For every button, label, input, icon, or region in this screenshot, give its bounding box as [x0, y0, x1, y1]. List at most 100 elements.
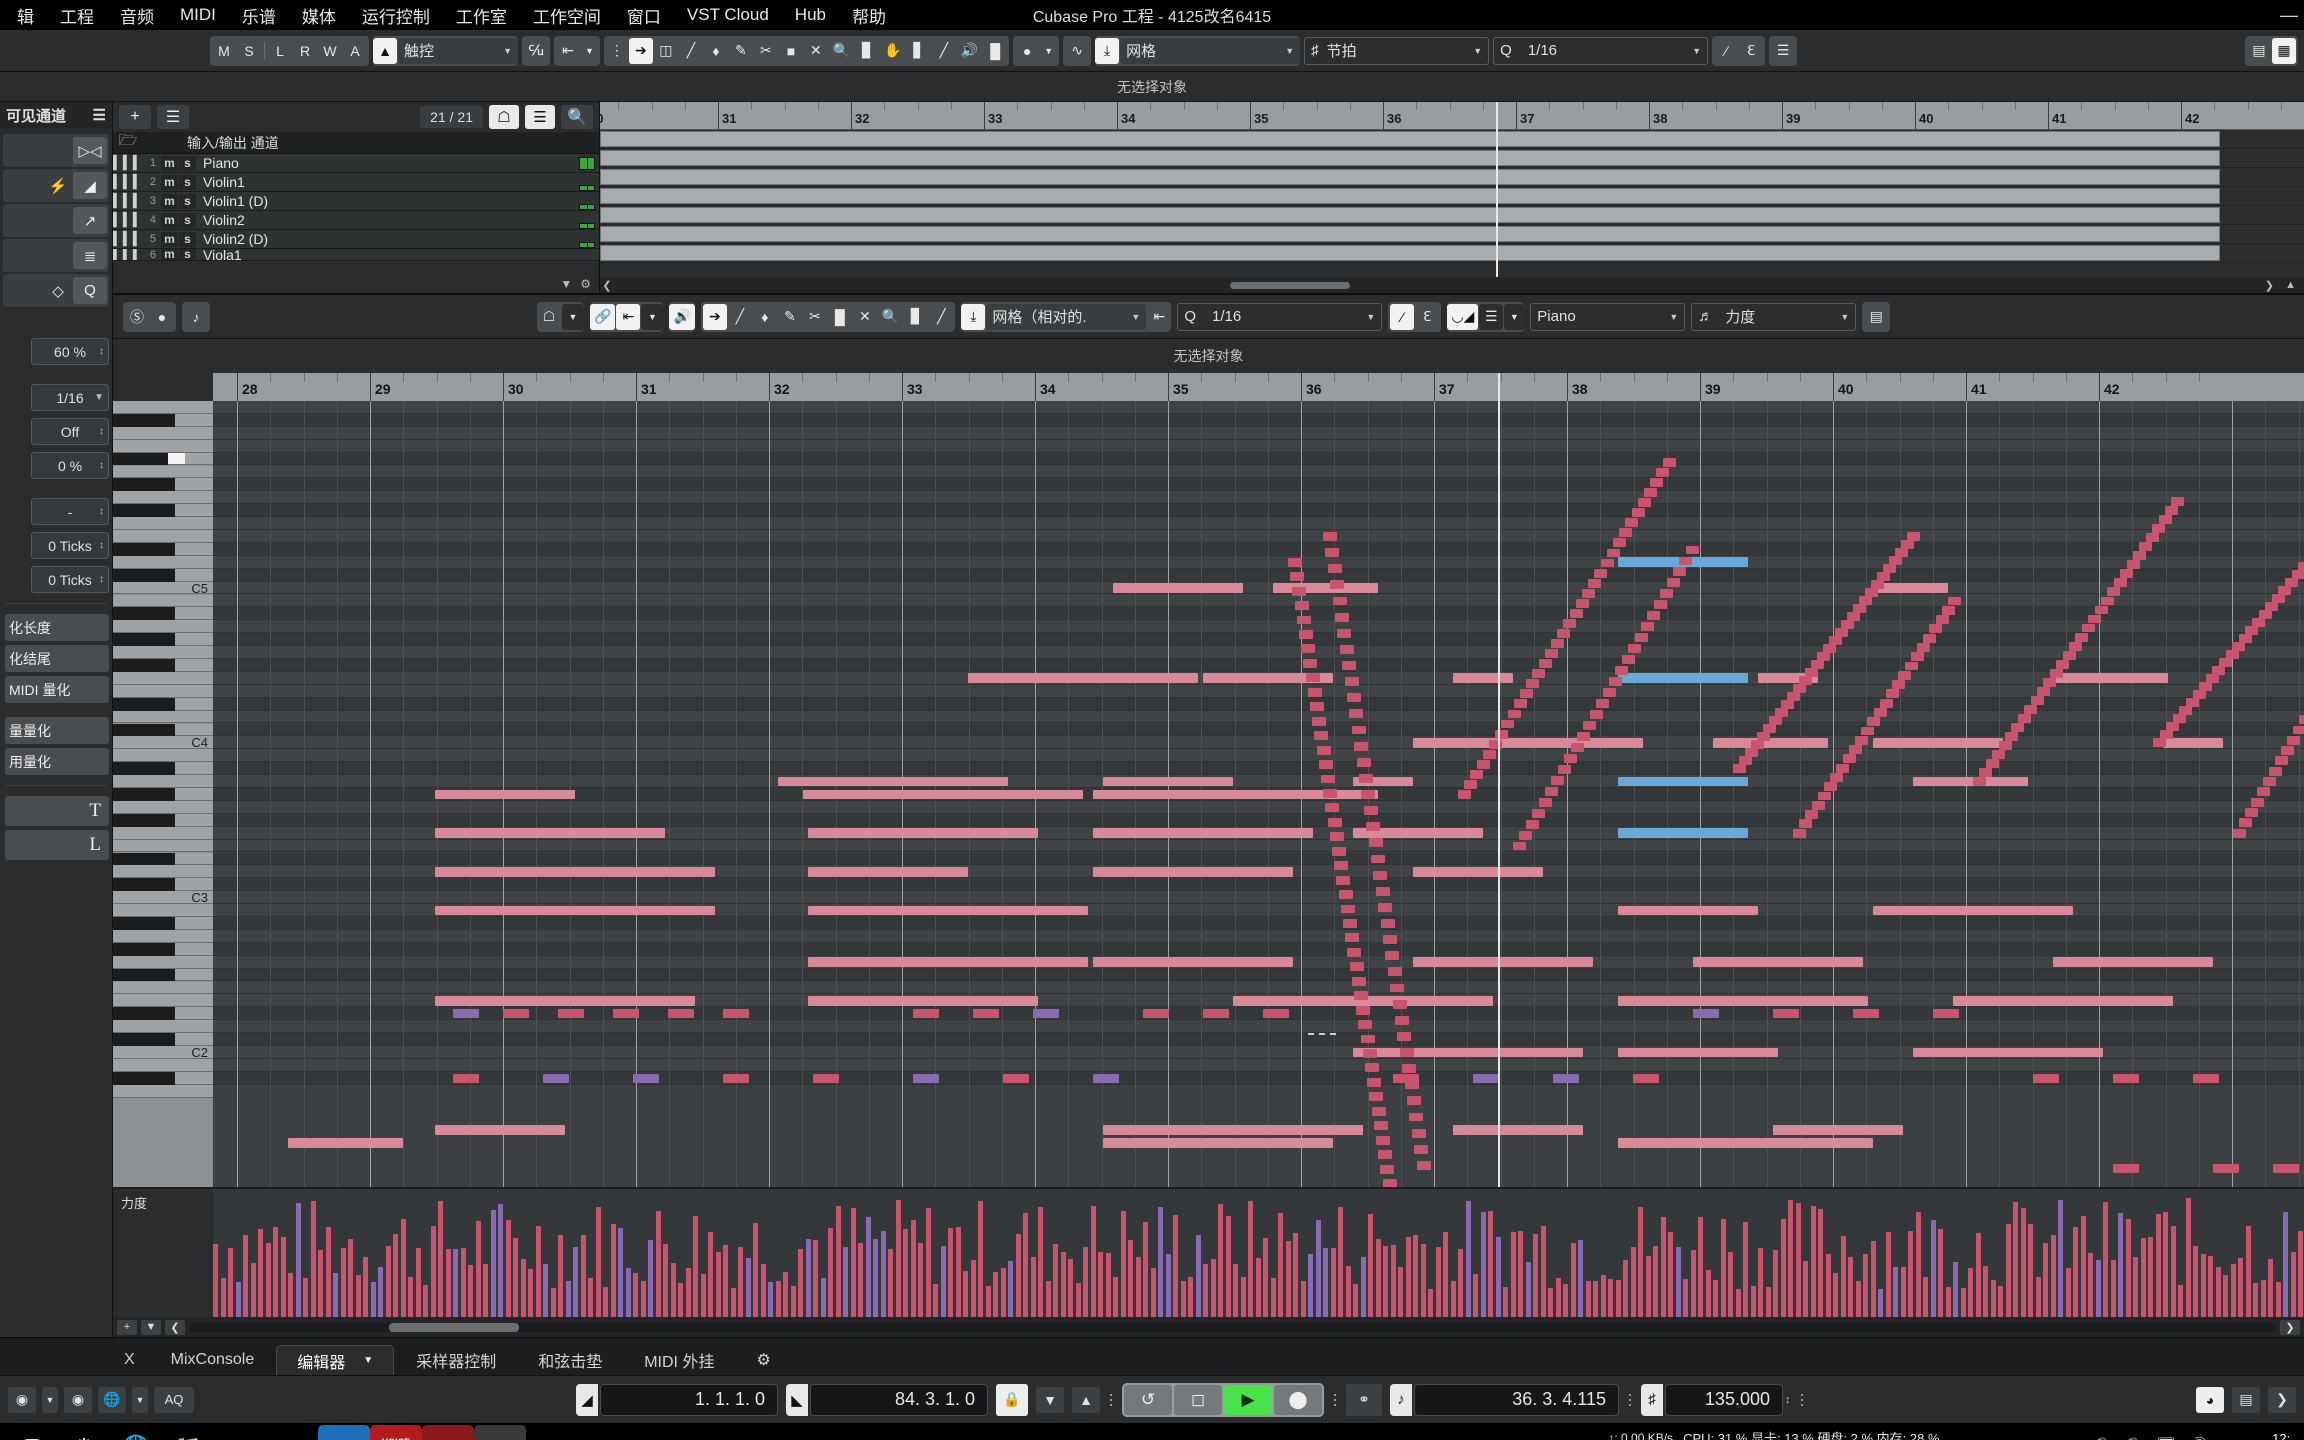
velocity-bar[interactable] [626, 1268, 631, 1317]
clock[interactable]: 12: 202 [2270, 1430, 2292, 1440]
piano-key-white[interactable] [113, 1059, 213, 1072]
glue-tool[interactable]: ♦ [704, 38, 728, 64]
velocity-bar[interactable] [1938, 1229, 1943, 1317]
velocity-bar[interactable] [1031, 1257, 1036, 1317]
midi-note[interactable] [1453, 1125, 1583, 1135]
midi-note[interactable] [1319, 760, 1333, 769]
editor-hscrollbar[interactable]: + ▼ ❮ ❯ [113, 1317, 2304, 1337]
project-lanes[interactable] [600, 130, 2304, 277]
table-row[interactable]: ▍▍▍ 5 m s Violin2 (D) [113, 230, 599, 249]
timewarp-tool[interactable]: ▊ [904, 304, 928, 330]
velocity-bar[interactable] [1383, 1246, 1388, 1317]
midi-note[interactable] [1883, 564, 1896, 573]
midi-note[interactable] [1551, 776, 1564, 785]
midi-note[interactable] [1359, 774, 1373, 783]
file-explorer-icon[interactable]: 📁 [162, 1425, 214, 1440]
midi-note[interactable] [2239, 634, 2252, 643]
iterative-quantize-icon[interactable]: ⁄ [1714, 38, 1738, 64]
velocity-bar[interactable] [2028, 1224, 2033, 1317]
midi-note[interactable] [2166, 722, 2179, 731]
piano-key-black[interactable] [113, 543, 175, 556]
midi-note[interactable] [1395, 1016, 1409, 1025]
velocity-bar[interactable] [1781, 1219, 1786, 1317]
velocity-bar[interactable] [1263, 1238, 1268, 1317]
velocity-bar[interactable] [1743, 1222, 1748, 1317]
midi-note[interactable] [2153, 738, 2166, 747]
project-track-lane[interactable] [600, 244, 2304, 263]
midi-note[interactable] [2293, 726, 2304, 735]
erase-tool[interactable]: ✎ [778, 304, 802, 330]
midi-note[interactable] [1143, 1009, 1169, 1018]
quantize-grid-field[interactable]: 1/16 ▼ [31, 384, 109, 411]
velocity-bar[interactable] [371, 1282, 376, 1317]
quantize-range-field[interactable]: 0 Ticks ↕ [31, 532, 109, 559]
midi-note[interactable] [1582, 589, 1595, 598]
midi-note[interactable] [2107, 587, 2120, 596]
delete-tool[interactable]: ✕ [804, 38, 828, 64]
velocity-bar[interactable] [836, 1206, 841, 1317]
velocity-bar[interactable] [2043, 1243, 2048, 1317]
velocity-bar[interactable] [633, 1273, 638, 1317]
velocity-bar[interactable] [1128, 1240, 1133, 1317]
chevron-down-icon[interactable]: ▼ [581, 38, 598, 64]
velocity-bar[interactable] [1368, 1214, 1373, 1317]
velocity-bar[interactable] [1091, 1206, 1096, 1317]
midi-note[interactable] [2113, 1164, 2139, 1173]
grid-toggle-icon[interactable]: ⋮ [606, 38, 628, 64]
length-button[interactable]: L [5, 830, 109, 860]
drag-handle[interactable] [1108, 1394, 1114, 1406]
midi-note[interactable] [1366, 822, 1380, 831]
bolt-icon[interactable]: ⚡ [45, 172, 71, 199]
midi-note[interactable] [2245, 808, 2258, 817]
midi-note[interactable] [1781, 700, 1794, 709]
velocity-bar[interactable] [2066, 1268, 2071, 1317]
window-controls[interactable]: — [2280, 5, 2298, 26]
color-picker-icon[interactable]: ● [1015, 38, 1039, 64]
velocity-bar[interactable] [918, 1243, 923, 1317]
midi-note[interactable] [1414, 1145, 1428, 1154]
punch-in-icon[interactable]: ⇤ [556, 38, 580, 64]
menu-item-8[interactable]: 工作空间 [520, 3, 614, 28]
quantize-q-icon[interactable]: Q [73, 277, 107, 304]
chevron-down-icon[interactable]: ▼ [42, 1387, 58, 1413]
velocity-bar[interactable] [1098, 1252, 1103, 1317]
piano-key-black[interactable] [113, 878, 175, 891]
midi-note[interactable] [1824, 782, 1837, 791]
velocity-bar[interactable] [1916, 1212, 1921, 1317]
midi-note[interactable] [2265, 602, 2278, 611]
midi-note[interactable] [1539, 798, 1552, 807]
velocity-bar[interactable] [1301, 1281, 1306, 1317]
midi-note[interactable] [1769, 716, 1782, 725]
velocity-bar[interactable] [1661, 1217, 1666, 1317]
midi-note[interactable] [1453, 673, 1513, 683]
midi-note[interactable] [1787, 692, 1800, 701]
midi-note[interactable] [1513, 842, 1526, 851]
midi-quantize-button[interactable]: MIDI 量化 [5, 676, 109, 703]
piano-key-white[interactable] [113, 1085, 213, 1098]
cycle-button[interactable]: ↺ [1124, 1385, 1172, 1415]
split-tool[interactable]: ✂ [803, 304, 827, 330]
piano-key-black[interactable] [113, 633, 175, 646]
velocity-bar[interactable] [2111, 1260, 2116, 1317]
tab-settings-gear-icon[interactable]: ⚙ [736, 1345, 790, 1375]
quantize-combo[interactable]: Q 1/16 ▼ [1493, 37, 1708, 65]
piano-key-white[interactable] [113, 685, 213, 698]
velocity-bar[interactable] [1713, 1280, 1718, 1317]
midi-note[interactable] [1376, 887, 1390, 896]
line-tool[interactable]: ╱ [929, 304, 953, 330]
midi-note[interactable] [1323, 789, 1337, 798]
midi-note[interactable] [1367, 1078, 1381, 1087]
midi-note[interactable] [1551, 639, 1564, 648]
midi-note[interactable] [1793, 829, 1806, 838]
velocity-bar[interactable] [573, 1247, 578, 1317]
mute-tool[interactable]: █ [828, 304, 852, 330]
list-icon[interactable]: ☰ [525, 105, 555, 129]
velocity-bar[interactable] [1578, 1240, 1583, 1317]
midi-note[interactable] [1093, 790, 1263, 800]
velocity-bars[interactable] [213, 1189, 2304, 1317]
midi-note[interactable] [1323, 532, 1337, 541]
velocity-bar[interactable] [326, 1227, 331, 1317]
task-view-icon[interactable]: ⎚ [6, 1425, 58, 1440]
velocity-bar[interactable] [1068, 1259, 1073, 1317]
piano-key-white[interactable] [113, 466, 213, 479]
